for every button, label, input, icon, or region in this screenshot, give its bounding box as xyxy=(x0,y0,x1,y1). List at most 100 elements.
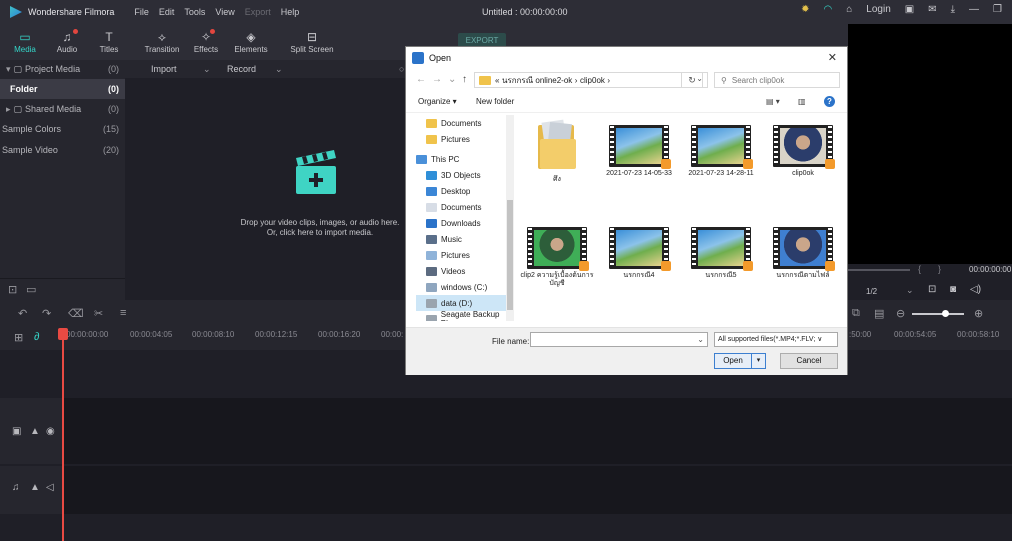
nav-item[interactable]: Documents xyxy=(416,199,511,215)
file-item[interactable]: นรกกรณี5 xyxy=(684,227,758,299)
organize-menu[interactable]: Organize ▾ xyxy=(418,97,457,106)
nav-scrollbar[interactable] xyxy=(506,115,514,321)
nav-item[interactable]: 3D Objects xyxy=(416,167,511,183)
folder-outline-icon[interactable]: ▭ xyxy=(26,283,36,296)
zoom-slider[interactable] xyxy=(912,313,964,315)
mark-in-icon[interactable]: { xyxy=(918,264,921,274)
preview-scale[interactable]: 1/2 xyxy=(866,287,877,296)
help-icon[interactable]: ? xyxy=(824,96,835,107)
up-icon[interactable]: ↑ xyxy=(462,74,467,85)
file-name-input[interactable]: ⌄ xyxy=(530,332,708,347)
delete-icon[interactable]: ⌫ xyxy=(68,307,84,320)
tab-media[interactable]: ▭ Media xyxy=(4,24,46,60)
render-icon[interactable]: ⧉ xyxy=(852,307,860,320)
volume-icon[interactable]: ◁) xyxy=(970,284,981,295)
nav-item[interactable]: Music xyxy=(416,231,511,247)
eye-icon[interactable]: ◉ xyxy=(46,426,55,437)
file-type-select[interactable]: All supported files(*.MP4;*.FLV; ∨ xyxy=(714,332,838,347)
playhead[interactable] xyxy=(62,330,64,541)
library-project-media[interactable]: ▾ ▢ Project Media (0) xyxy=(0,60,125,78)
file-item[interactable]: clip0ok xyxy=(766,125,840,197)
zoom-slider-handle[interactable] xyxy=(942,310,949,317)
open-options-dropdown[interactable]: ▾ xyxy=(752,353,766,369)
preview-progress[interactable] xyxy=(848,269,910,271)
nav-item-selected[interactable]: data (D:) xyxy=(416,295,511,311)
chevron-down-icon[interactable]: ⌄ xyxy=(448,74,456,85)
playhead-handle[interactable] xyxy=(58,328,68,340)
tab-titles[interactable]: T Titles xyxy=(88,24,130,60)
camera-icon[interactable]: ◙ xyxy=(950,284,956,295)
nav-item[interactable]: Downloads xyxy=(416,215,511,231)
library-shared-media[interactable]: ▸ ▢ Shared Media (0) xyxy=(0,100,125,118)
cancel-button[interactable]: Cancel xyxy=(780,353,838,369)
drop-hint[interactable]: Drop your video clips, images, or audio … xyxy=(225,218,415,238)
library-folder[interactable]: Folder (0) xyxy=(0,79,125,99)
minimize-icon[interactable]: — xyxy=(969,4,979,15)
scrollbar-thumb[interactable] xyxy=(507,200,513,310)
adjust-icon[interactable]: ≡ xyxy=(120,307,126,319)
back-icon[interactable]: ← xyxy=(416,74,426,85)
redo-icon[interactable]: ↷ xyxy=(42,307,51,320)
restore-icon[interactable]: ❐ xyxy=(993,4,1002,15)
tab-transition[interactable]: ⟡ Transition xyxy=(138,24,186,60)
import-dropdown[interactable]: Import xyxy=(151,64,177,74)
file-item[interactable]: clip2 ความรู้เบื้องต้นการบัญชี xyxy=(520,227,594,299)
nav-item[interactable]: Pictures xyxy=(416,247,511,263)
bulb-icon[interactable]: ✹ xyxy=(801,4,809,15)
nav-item[interactable]: Pictures xyxy=(416,131,511,147)
forward-icon[interactable]: → xyxy=(432,74,442,85)
monitor-icon[interactable]: ⊡ xyxy=(928,284,936,295)
menu-tools[interactable]: Tools xyxy=(184,7,205,17)
open-button[interactable]: Open xyxy=(714,353,752,369)
login-link[interactable]: Login xyxy=(866,4,890,15)
import-clapper-icon[interactable] xyxy=(292,148,340,196)
new-folder-icon[interactable]: ⊡ xyxy=(8,283,17,296)
menu-view[interactable]: View xyxy=(215,7,234,17)
file-item[interactable]: นรกกรณีตามไฟล์ xyxy=(766,227,840,299)
undo-icon[interactable]: ↶ xyxy=(18,307,27,320)
store-icon[interactable]: ⌂ xyxy=(846,4,852,15)
mail-icon[interactable]: ✉ xyxy=(928,4,936,15)
tab-effects[interactable]: ✧ Effects xyxy=(186,24,226,60)
menu-file[interactable]: File xyxy=(134,7,149,17)
nav-item[interactable]: This PC xyxy=(416,151,511,167)
nav-item[interactable]: Seagate Backup Plu xyxy=(416,310,511,321)
file-item[interactable]: นรกกรณี4 xyxy=(602,227,676,299)
speaker-icon[interactable]: ◁ xyxy=(46,482,54,493)
save-icon[interactable]: ▣ xyxy=(905,4,914,15)
address-bar[interactable]: « นรกกรณี online2-ok › clip0ok › ⌄ xyxy=(474,72,708,88)
nav-item[interactable]: windows (C:) xyxy=(416,279,511,295)
lock-icon[interactable]: ▲ xyxy=(30,426,40,437)
record-dropdown[interactable]: Record xyxy=(227,64,256,74)
zoom-out-icon[interactable]: ⊖ xyxy=(896,307,905,320)
menu-edit[interactable]: Edit xyxy=(159,7,175,17)
nav-item[interactable]: Desktop xyxy=(416,183,511,199)
nav-item[interactable]: Videos xyxy=(416,263,511,279)
headset-icon[interactable]: ◠ xyxy=(824,4,833,15)
video-track[interactable]: ▣ ▲ ◉ xyxy=(0,398,1012,464)
audio-track[interactable]: ♫ ▲ ◁ xyxy=(0,466,1012,514)
tab-elements[interactable]: ◈ Elements xyxy=(226,24,276,60)
search-icon[interactable]: ○ xyxy=(399,64,404,74)
file-item[interactable]: 2021-07-23 14-05-33 xyxy=(602,125,676,197)
download-icon[interactable]: ⤓ xyxy=(951,4,955,15)
lock-icon[interactable]: ▲ xyxy=(30,482,40,493)
chevron-down-icon[interactable]: ⌄ xyxy=(697,335,704,344)
tab-audio[interactable]: ♫ Audio xyxy=(46,24,88,60)
library-sample-video[interactable]: Sample Video (20) xyxy=(0,141,125,159)
cut-icon[interactable]: ✂ xyxy=(94,307,103,320)
zoom-in-icon[interactable]: ⊕ xyxy=(974,307,983,320)
refresh-button[interactable]: ↻ xyxy=(681,72,703,88)
new-folder-button[interactable]: New folder xyxy=(476,97,514,106)
menu-help[interactable]: Help xyxy=(281,7,300,17)
search-input[interactable]: ⚲ Search clip0ok xyxy=(714,72,840,88)
tab-split-screen[interactable]: ⊟ Split Screen xyxy=(282,24,342,60)
view-options-icon[interactable]: ▤ ▾ xyxy=(766,97,780,106)
close-icon[interactable]: ✕ xyxy=(828,51,837,64)
mark-out-icon[interactable]: } xyxy=(938,264,941,274)
file-item[interactable]: 2021-07-23 14-28-11 xyxy=(684,125,758,197)
marker-icon[interactable]: ▤ xyxy=(874,307,884,320)
library-sample-colors[interactable]: Sample Colors (15) xyxy=(0,120,125,138)
preview-pane-icon[interactable]: ▥ xyxy=(798,97,806,106)
file-item[interactable]: ศึง xyxy=(520,119,594,191)
